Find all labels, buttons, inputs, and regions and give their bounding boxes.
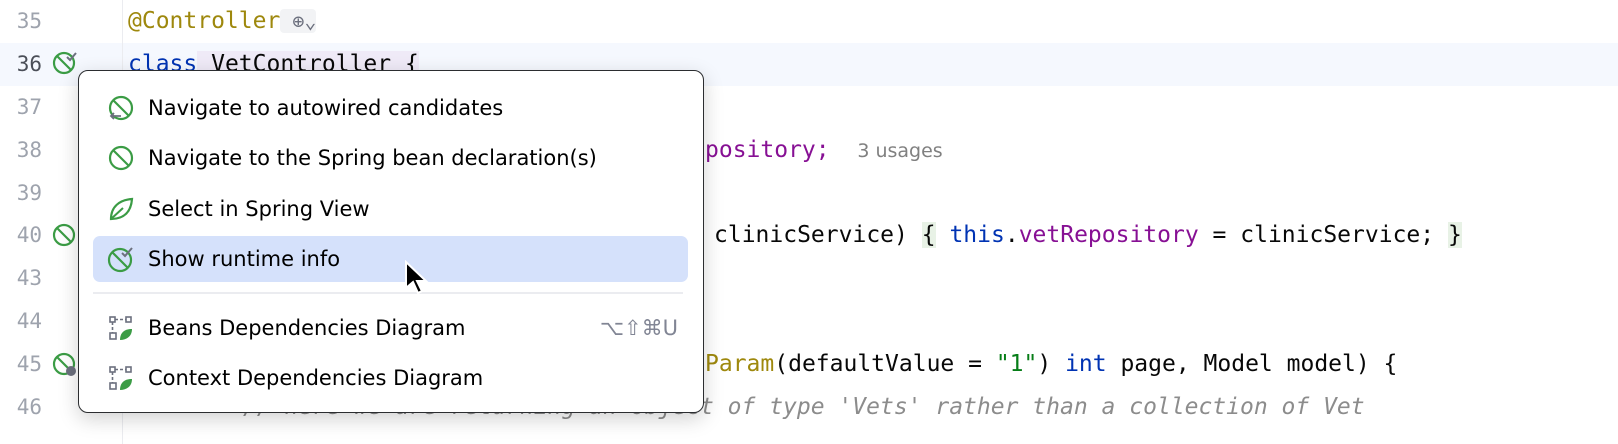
globe-icon[interactable]: ⊕⌄ <box>280 9 317 33</box>
line-number: 39 <box>16 181 42 205</box>
code-line-45: Param(defaultValue = "1") int page, Mode… <box>705 351 1398 377</box>
spring-web-gutter-icon[interactable] <box>52 351 78 377</box>
shortcut-label: ⌥⇧⌘U <box>599 316 678 340</box>
menu-item-select-spring-view[interactable]: Select in Spring View <box>93 186 688 232</box>
line-number: 35 <box>16 9 42 33</box>
spring-autowired-gutter-icon[interactable] <box>52 222 78 248</box>
menu-item-beans-dependencies-diagram[interactable]: Beans Dependencies Diagram ⌥⇧⌘U <box>93 305 688 351</box>
line-number: 45 <box>16 352 42 376</box>
menu-item-context-dependencies-diagram[interactable]: Context Dependencies Diagram <box>93 355 688 401</box>
spring-bean-icon <box>108 145 134 171</box>
code-line-35: @Controller ⊕⌄ <box>128 8 317 34</box>
line-number: 40 <box>16 223 42 247</box>
menu-separator <box>93 292 683 294</box>
line-number: 46 <box>16 395 42 419</box>
spring-leaf-icon <box>109 197 134 221</box>
spring-autowired-icon <box>108 95 134 121</box>
line-number: 37 <box>16 95 42 119</box>
mouse-cursor-icon <box>405 260 429 295</box>
spring-runtime-icon <box>107 247 133 273</box>
code-line-38: pository; 3 usages <box>705 137 943 163</box>
diagram-icon <box>109 316 132 340</box>
menu-item-navigate-bean-declaration[interactable]: Navigate to the Spring bean declaration(… <box>93 135 688 181</box>
code-line-40: clinicService) { this.vetRepository = cl… <box>714 222 1462 248</box>
menu-item-show-runtime-info[interactable]: Show runtime info <box>93 236 688 282</box>
usages-hint[interactable]: 3 usages <box>857 140 942 162</box>
spring-runtime-gutter-icon[interactable] <box>52 50 78 76</box>
line-number: 43 <box>16 266 42 290</box>
diagram-icon <box>109 366 132 390</box>
line-number: 44 <box>16 309 42 333</box>
line-number: 38 <box>16 138 42 162</box>
menu-item-navigate-autowired[interactable]: Navigate to autowired candidates <box>93 85 688 131</box>
gutter-context-menu: Navigate to autowired candidates Navigat… <box>78 70 704 413</box>
line-number: 36 <box>16 52 42 76</box>
